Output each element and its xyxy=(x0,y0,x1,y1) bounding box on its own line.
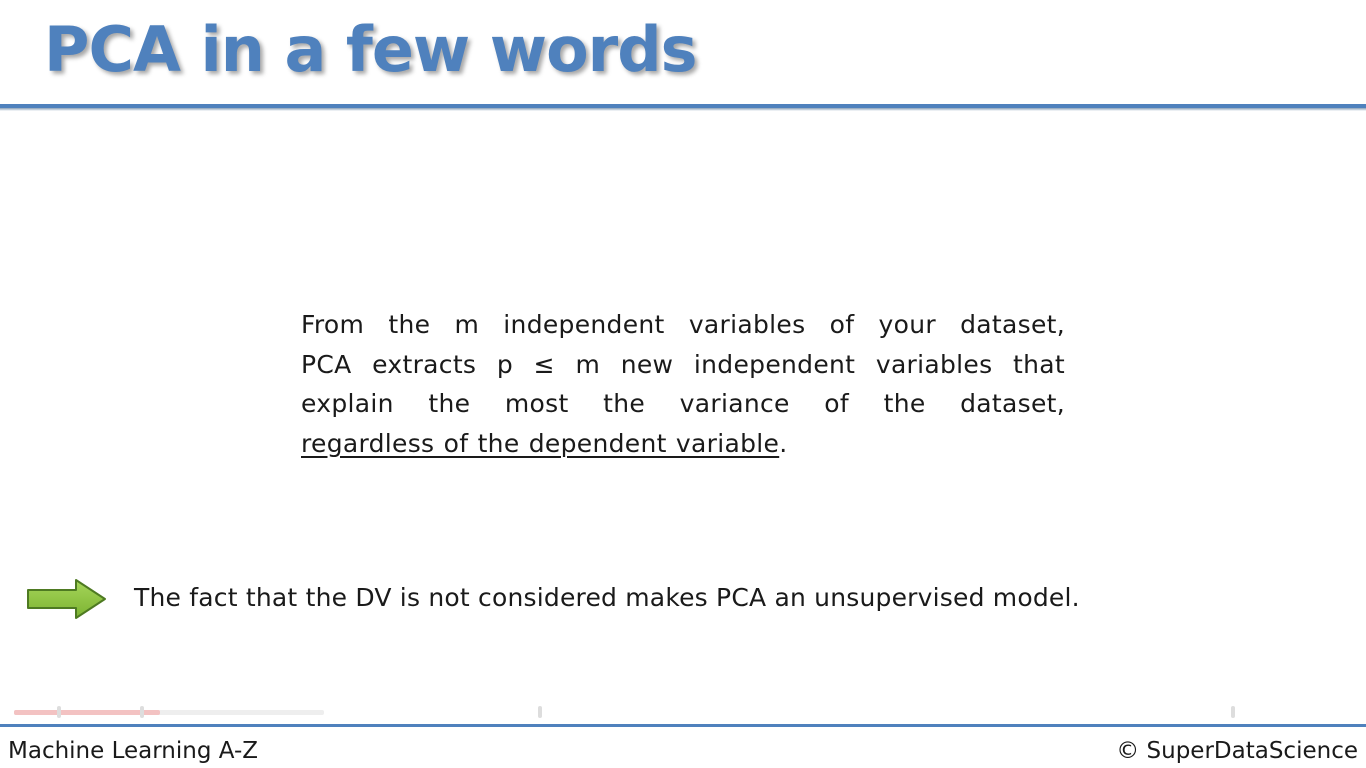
chapter-marker[interactable] xyxy=(1231,706,1235,718)
paragraph-line-1: From the m independent variables of your… xyxy=(301,310,1065,339)
paragraph-line-4: regardless of the dependent variable. xyxy=(301,424,1065,464)
course-name: Machine Learning A-Z xyxy=(8,738,259,764)
video-progress-fill xyxy=(14,710,160,715)
copyright-notice: © SuperDataScience xyxy=(1116,738,1358,764)
paragraph-line-4-tail: . xyxy=(779,428,788,458)
conclusion-statement: The fact that the DV is not considered m… xyxy=(134,583,1080,612)
right-arrow-icon xyxy=(27,579,106,619)
main-paragraph: From the m independent variables of your… xyxy=(301,305,1065,463)
chapter-marker[interactable] xyxy=(140,706,144,718)
underlined-phrase: regardless of the dependent variable xyxy=(301,428,780,458)
paragraph-line-2: PCA extracts p ≤ m new independent varia… xyxy=(301,349,1065,379)
title-divider-shadow xyxy=(0,108,1366,111)
slide-title: PCA in a few words xyxy=(44,13,698,86)
paragraph-line-3: explain the most the variance of the dat… xyxy=(301,389,1065,418)
chapter-marker[interactable] xyxy=(57,706,61,718)
footer-divider xyxy=(0,724,1366,727)
chapter-marker[interactable] xyxy=(538,706,542,718)
